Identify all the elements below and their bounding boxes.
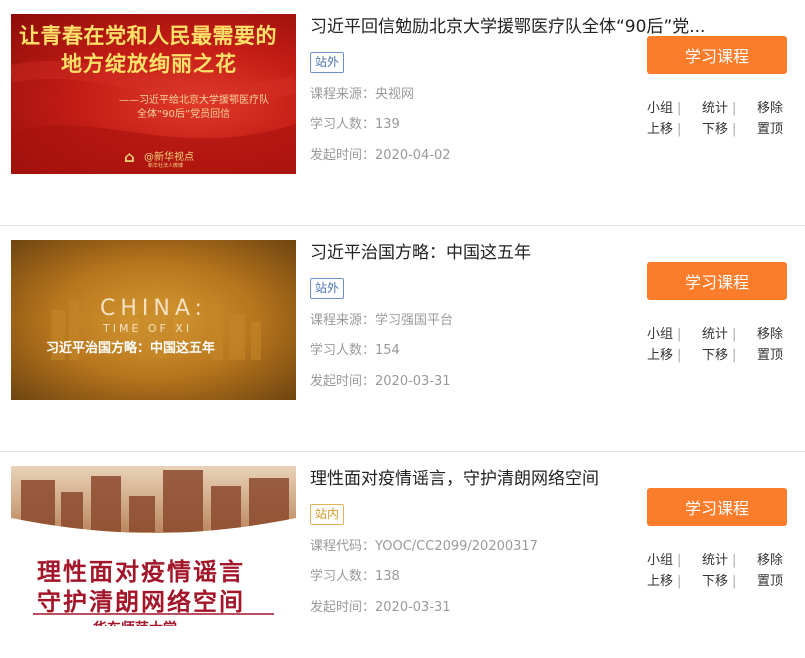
pin-top-link[interactable]: 置顶 xyxy=(757,121,787,139)
course-source: 课程来源：央视网 xyxy=(310,87,415,102)
stats-link[interactable]: 统计 xyxy=(702,552,732,570)
group-link[interactable]: 小组 xyxy=(647,100,677,118)
stats-link[interactable]: 统计 xyxy=(702,100,732,118)
separator: | xyxy=(732,553,737,568)
pin-top-link[interactable]: 置顶 xyxy=(757,347,787,365)
thumb-subtitle-2: 全体“90后”党员回信 xyxy=(137,109,231,120)
ops-row-2: 上移 | 下移 | 置顶 xyxy=(647,347,787,365)
course-thumbnail[interactable]: 让青春在党和人民最需要的 地方绽放绚丽之花 ——习近平给北京大学援鄂医疗队 全体… xyxy=(11,14,296,174)
ops-row-2: 上移 | 下移 | 置顶 xyxy=(647,573,787,591)
start-date: 发起时间：2020-04-02 xyxy=(310,148,451,163)
separator: | xyxy=(732,348,737,363)
separator: | xyxy=(677,348,682,363)
remove-link[interactable]: 移除 xyxy=(757,100,787,118)
move-up-link[interactable]: 上移 xyxy=(647,347,677,365)
separator: | xyxy=(677,574,682,589)
thumb-en-title: CHINA: xyxy=(100,296,207,321)
separator: | xyxy=(677,101,682,116)
thumb-subtitle-1: ——习近平给北京大学援鄂医疗队 xyxy=(119,95,269,106)
study-course-button[interactable]: 学习课程 xyxy=(647,488,787,526)
move-up-link[interactable]: 上移 xyxy=(647,121,677,139)
separator: | xyxy=(677,122,682,137)
source-badge: 站外 xyxy=(310,278,345,299)
course-code: 课程代码：YOOC/CC2099/20200317 xyxy=(310,539,538,554)
thumb-cn-title: 习近平治国方略：中国这五年 xyxy=(46,341,216,356)
thumb-headline-1: 让青春在党和人民最需要的 xyxy=(19,24,277,48)
separator: | xyxy=(732,327,737,342)
course-thumbnail[interactable]: CHINA: TIME OF XI 习近平治国方略：中国这五年 xyxy=(11,240,296,400)
separator: | xyxy=(677,553,682,568)
course-item: CHINA: TIME OF XI 习近平治国方略：中国这五年 习近平治国方略：… xyxy=(0,226,805,452)
learner-count: 学习人数：139 xyxy=(310,117,400,132)
source-badge: 站外 xyxy=(310,52,345,73)
stats-link[interactable]: 统计 xyxy=(702,326,732,344)
ops-row-2: 上移 | 下移 | 置顶 xyxy=(647,121,787,139)
ops-row-1: 小组 | 统计 | 移除 xyxy=(647,552,787,570)
group-link[interactable]: 小组 xyxy=(647,552,677,570)
remove-link[interactable]: 移除 xyxy=(757,552,787,570)
move-down-link[interactable]: 下移 xyxy=(702,573,732,591)
course-item: 理性面对疫情谣言 守护清朗网络空间 华东师范大学 理性面对疫情谣言，守护清朗网络… xyxy=(0,452,805,658)
study-course-button[interactable]: 学习课程 xyxy=(647,36,787,74)
thumb-headline-2: 守护清朗网络空间 xyxy=(37,588,245,616)
move-up-link[interactable]: 上移 xyxy=(647,573,677,591)
start-date: 发起时间：2020-03-31 xyxy=(310,374,451,389)
start-date: 发起时间：2020-03-31 xyxy=(310,600,451,615)
course-thumbnail[interactable]: 理性面对疫情谣言 守护清朗网络空间 华东师范大学 xyxy=(11,466,296,626)
separator: | xyxy=(732,101,737,116)
learner-count: 学习人数：154 xyxy=(310,343,400,358)
separator: | xyxy=(732,574,737,589)
move-down-link[interactable]: 下移 xyxy=(702,347,732,365)
course-source: 课程来源：学习强国平台 xyxy=(310,313,454,328)
ops-row-1: 小组 | 统计 | 移除 xyxy=(647,326,787,344)
learner-count: 学习人数：138 xyxy=(310,569,400,584)
pin-top-link[interactable]: 置顶 xyxy=(757,573,787,591)
study-course-button[interactable]: 学习课程 xyxy=(647,262,787,300)
thumb-en-subtitle: TIME OF XI xyxy=(103,322,193,335)
separator: | xyxy=(732,122,737,137)
thumb-logo-text: @新华视点 xyxy=(144,152,194,163)
xinhua-logo-icon: ⌂ xyxy=(124,148,135,166)
thumb-school-name: 华东师范大学 xyxy=(93,618,177,626)
ops-row-1: 小组 | 统计 | 移除 xyxy=(647,100,787,118)
thumb-logo-subtext: 新华社法人微博 xyxy=(148,163,184,169)
group-link[interactable]: 小组 xyxy=(647,326,677,344)
remove-link[interactable]: 移除 xyxy=(757,326,787,344)
source-badge: 站内 xyxy=(310,504,345,525)
move-down-link[interactable]: 下移 xyxy=(702,121,732,139)
thumb-headline-2: 地方绽放绚丽之花 xyxy=(61,52,237,76)
course-item: 让青春在党和人民最需要的 地方绽放绚丽之花 ——习近平给北京大学援鄂医疗队 全体… xyxy=(0,0,805,226)
separator: | xyxy=(677,327,682,342)
